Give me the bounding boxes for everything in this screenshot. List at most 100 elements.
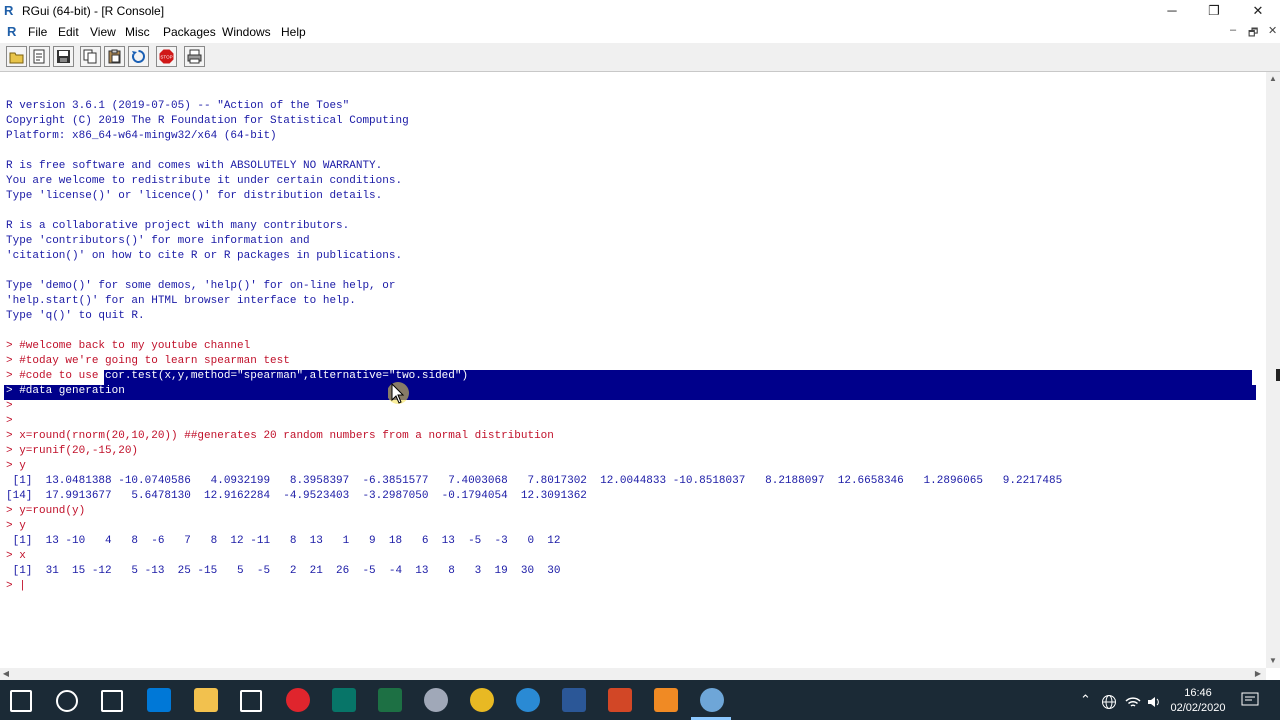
excel-icon[interactable] [378,688,402,712]
toolbar: STOP [0,43,1280,72]
cortana-icon[interactable] [424,688,448,712]
child-restore-button[interactable]: 🗗 [1248,24,1258,43]
console-text-selected: cor.test(x,y,method="spearman",alternati… [105,370,469,382]
child-minimize-button[interactable]: – [1230,24,1236,36]
windows-taskbar: ⌃ [0,680,1280,720]
r-logo-icon: R [4,3,14,18]
console-line: Type 'contributors()' for more informati… [6,235,310,247]
console-line: > [6,415,13,427]
copy-paste-icon [132,50,145,63]
console-line: Type 'license()' or 'licence()' for dist… [6,190,383,202]
close-button[interactable]: ✕ [1236,0,1280,22]
menu-edit[interactable]: Edit [58,25,79,39]
menu-bar: R File Edit View Misc Packages Windows H… [0,22,1280,42]
console-line: > y=runif(20,-15,20) [6,445,139,457]
word-icon[interactable] [562,688,586,712]
open-script-button[interactable] [6,46,27,67]
window-title: RGui (64-bit) - [R Console] [22,4,165,18]
console-line: > y=round(y) [6,505,86,517]
menu-windows[interactable]: Windows [222,25,271,39]
clock-time: 16:46 [1184,687,1212,699]
title-bar: R RGui (64-bit) - [R Console] ─ ❐ ✕ [0,0,1280,22]
taskbar-clock[interactable]: 16:46 02/02/2020 [1168,686,1228,716]
start-icon[interactable] [10,690,32,712]
console-line: > #data generation [6,385,125,397]
stop-icon: STOP [159,49,174,64]
paste-icon [108,49,121,64]
console-text-unselected: > #code to use [6,370,106,382]
console-line: 'citation()' on how to cite R or R packa… [6,250,403,262]
powerpoint-icon[interactable] [608,688,632,712]
console-line: Copyright (C) 2019 The R Foundation for … [6,115,409,127]
vertical-scrollbar[interactable]: ▲ ▼ [1266,72,1280,668]
console-line: [14] 17.9913677 5.6478130 12.9162284 -4.… [6,490,587,502]
console-line: [1] 13.0481388 -10.0740586 4.0932199 8.3… [6,475,1063,487]
publisher-icon[interactable] [332,688,356,712]
child-close-button[interactable]: ✕ [1268,24,1277,37]
rgui-icon[interactable] [700,688,724,712]
open-script-icon [9,52,24,64]
console-line: R version 3.6.1 (2019-07-05) -- "Action … [6,100,350,112]
console-line: [1] 31 15 -12 5 -13 25 -15 5 -5 2 21 26 … [6,565,561,577]
console-line: > y [6,460,26,472]
store-icon[interactable] [147,688,171,712]
menu-packages[interactable]: Packages [163,25,216,39]
menu-help[interactable]: Help [281,25,306,39]
tray-chevron-up-icon[interactable]: ⌃ [1080,692,1091,708]
opera-icon[interactable] [286,688,310,712]
copy-paste-button[interactable] [128,46,149,67]
edge-icon[interactable] [516,688,540,712]
print-icon [187,49,202,64]
print-button[interactable] [184,46,205,67]
console-line: > x=round(rnorm(20,10,20)) ##generates 2… [6,430,554,442]
stop-label: STOP [160,55,172,60]
paste-button[interactable] [104,46,125,67]
scroll-right-icon[interactable]: ▶ [1252,668,1264,680]
minimize-button[interactable]: ─ [1150,0,1194,22]
load-workspace-icon [33,49,45,64]
wifi-icon[interactable] [1124,694,1142,710]
copy-button[interactable] [80,46,101,67]
stop-button[interactable]: STOP [156,46,177,67]
volume-icon[interactable] [1146,694,1162,710]
copy-icon [83,49,97,64]
menu-file[interactable]: File [28,25,47,39]
task-view-icon[interactable] [101,690,123,712]
notifications-icon[interactable] [1241,692,1259,708]
console-line: > y [6,520,26,532]
mouse-cursor-icon [388,382,409,404]
clock-date: 02/02/2020 [1170,702,1226,714]
scroll-down-icon[interactable]: ▼ [1266,654,1280,668]
r-console-icon[interactable]: R [7,24,16,39]
console-line: 'help.start()' for an HTML browser inter… [6,295,356,307]
console-line: R is a collaborative project with many c… [6,220,350,232]
console-line: Platform: x86_64-w64-mingw32/x64 (64-bit… [6,130,277,142]
selection-highlight [4,385,1256,400]
console-line: Type 'q()' to quit R. [6,310,145,322]
console-output[interactable]: R version 3.6.1 (2019-07-05) -- "Action … [0,72,1266,668]
horizontal-scrollbar[interactable]: ◀ ▶ [0,668,1266,680]
save-workspace-icon [57,50,70,63]
network-globe-icon[interactable] [1101,694,1117,710]
menu-misc[interactable]: Misc [125,25,150,39]
console-line: > #today we're going to learn spearman t… [6,355,290,367]
save-workspace-button[interactable] [53,46,74,67]
search-icon[interactable] [56,690,78,712]
scroll-thumb[interactable] [1276,369,1280,381]
mail-icon[interactable] [240,690,262,712]
scroll-up-icon[interactable]: ▲ [1266,72,1280,86]
menu-view[interactable]: View [90,25,116,39]
console-line: R is free software and comes with ABSOLU… [6,160,383,172]
console-line: [1] 13 -10 4 8 -6 7 8 12 -11 8 13 1 9 18… [6,535,561,547]
restore-button[interactable]: ❐ [1192,0,1236,22]
load-workspace-button[interactable] [29,46,50,67]
console-line: Type 'demo()' for some demos, 'help()' f… [6,280,396,292]
file-explorer-icon[interactable] [194,688,218,712]
console-line: > #welcome back to my youtube channel [6,340,251,352]
console-line: You are welcome to redistribute it under… [6,175,403,187]
console-line: > x [6,550,26,562]
chrome-icon[interactable] [470,688,494,712]
paint-icon[interactable] [654,688,678,712]
console-line: > [6,400,13,412]
scroll-left-icon[interactable]: ◀ [0,668,12,680]
